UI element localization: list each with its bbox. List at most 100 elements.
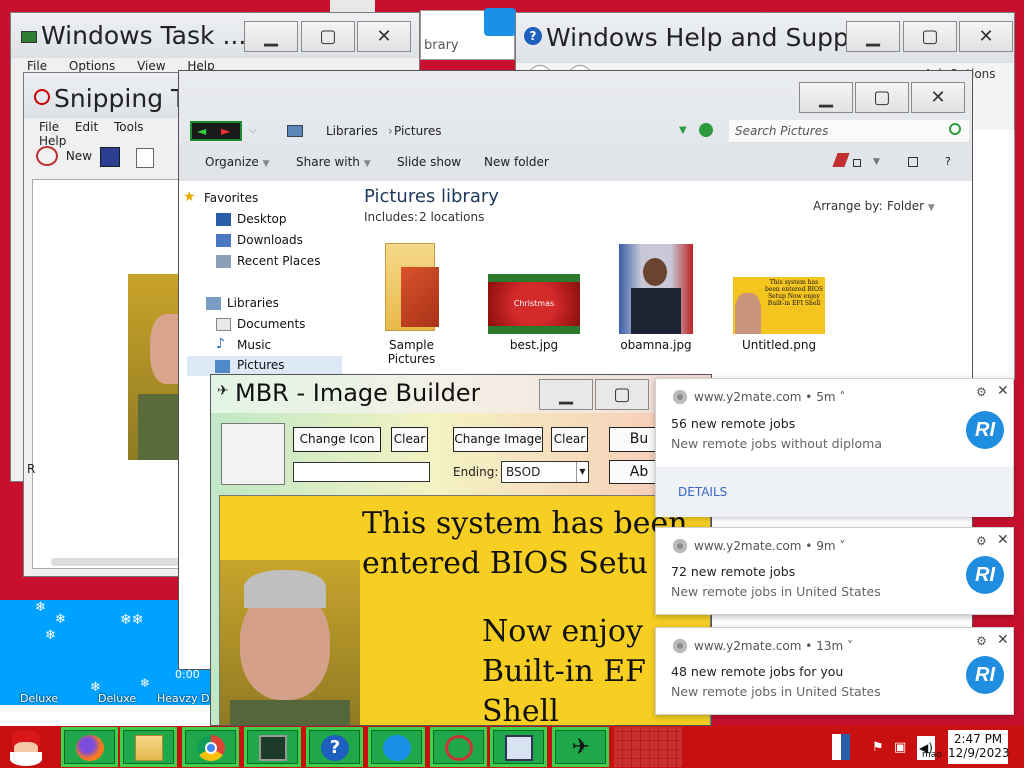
taskbar-network-computer[interactable]: [490, 727, 547, 767]
history-dropdown-icon[interactable]: ▼: [679, 125, 687, 136]
preview-pane-icon[interactable]: [908, 157, 918, 167]
nav-music[interactable]: ♪ Music: [216, 336, 271, 352]
search-input[interactable]: Search Pictures: [729, 120, 969, 143]
tray-action-center-icon[interactable]: ⚑: [872, 740, 884, 755]
includes-locations-link[interactable]: 2 locations: [419, 210, 484, 224]
copy-icon[interactable]: [136, 148, 154, 168]
tray-flag-icon[interactable]: [832, 734, 850, 760]
nav-favorites[interactable]: ★ Favorites: [183, 189, 258, 205]
taskbar-snipping-tool[interactable]: [430, 727, 487, 767]
help-icon[interactable]: ?: [945, 155, 951, 168]
organize-button[interactable]: Organize ▼: [205, 155, 270, 169]
minimize-button[interactable]: ▁: [539, 379, 593, 410]
details-button[interactable]: DETAILS: [678, 485, 727, 499]
clock[interactable]: 2:47 PM 12/9/2023: [948, 730, 1010, 764]
close-button[interactable]: ✕: [911, 82, 965, 113]
new-snip-button[interactable]: New: [36, 146, 92, 168]
file-explorer-icon: [135, 735, 163, 761]
santa-start-icon[interactable]: [2, 728, 52, 766]
desktop-icon: [216, 213, 231, 226]
chrome-icon: [197, 735, 225, 761]
file-item-sample-pictures[interactable]: Sample Pictures: [364, 239, 459, 366]
menu-file[interactable]: File: [27, 59, 47, 73]
arrange-by-dropdown[interactable]: Folder ▼: [887, 199, 935, 213]
ending-select[interactable]: BSOD ▼: [501, 461, 589, 483]
nav-pictures[interactable]: Pictures: [187, 356, 342, 376]
view-dropdown-icon[interactable]: ▼: [873, 157, 880, 167]
menu-view[interactable]: View: [137, 59, 165, 73]
settings-gear-icon[interactable]: ⚙: [976, 634, 987, 648]
snipping-tool-window[interactable]: Snipping To File Edit Tools Help New R: [23, 72, 193, 577]
maximize-button[interactable]: ▢: [595, 379, 649, 410]
notification-card[interactable]: www.y2mate.com • 13m ˅ ⚙ ✕ 48 new remote…: [655, 627, 1014, 715]
back-forward-buttons[interactable]: ◄ ►: [190, 121, 242, 141]
settings-gear-icon[interactable]: ⚙: [976, 534, 987, 548]
library-title: Pictures library: [364, 186, 499, 207]
file-item-best-jpg[interactable]: Christmas best.jpg: [484, 239, 584, 352]
clock-date: 12/9/2023: [948, 746, 1010, 760]
firefox-icon: [76, 735, 104, 761]
nav-downloads[interactable]: Downloads: [216, 233, 303, 247]
file-item-obamna-jpg[interactable]: obamna.jpg: [611, 239, 701, 352]
breadcrumb-libraries[interactable]: Libraries: [326, 124, 378, 138]
desktop-icon-label[interactable]: Deluxe: [20, 692, 58, 705]
snowflake-icon: ❄: [45, 628, 56, 643]
minimize-button[interactable]: ▁: [244, 21, 298, 52]
menu-tools[interactable]: Tools: [114, 120, 144, 134]
taskbar-task-manager[interactable]: [244, 727, 301, 767]
maximize-button[interactable]: ▢: [903, 21, 957, 52]
taskbar-file-explorer[interactable]: [120, 727, 177, 767]
address-bar[interactable]: Libraries › Pictures: [281, 120, 721, 144]
desktop-icon-label[interactable]: Heavzy De: [157, 692, 216, 705]
notification-card[interactable]: www.y2mate.com • 5m ˄ ⚙ ✕ 56 new remote …: [655, 378, 1014, 517]
minimize-button[interactable]: ▁: [846, 21, 900, 52]
nav-libraries[interactable]: Libraries: [206, 296, 279, 310]
share-with-button[interactable]: Share with ▼: [296, 155, 371, 169]
file-item-untitled-png[interactable]: This system has been entered BIOS Setup …: [729, 239, 829, 352]
notification-card[interactable]: www.y2mate.com • 9m ˅ ⚙ ✕ 72 new remote …: [655, 527, 1014, 615]
maximize-button[interactable]: ▢: [855, 82, 909, 113]
change-image-button[interactable]: Change Image: [453, 427, 543, 452]
change-icon-button[interactable]: Change Icon: [293, 427, 381, 452]
close-icon[interactable]: ✕: [997, 632, 1009, 648]
settings-gear-icon[interactable]: ⚙: [976, 385, 987, 399]
nav-documents[interactable]: Documents: [216, 317, 305, 331]
nav-desktop[interactable]: Desktop: [216, 212, 287, 226]
close-icon[interactable]: ✕: [997, 383, 1009, 399]
network-computer-icon: [505, 735, 533, 761]
snipping-tool-icon: [445, 735, 473, 761]
taskbar-help[interactable]: ?: [306, 727, 363, 767]
menu-edit[interactable]: Edit: [75, 120, 98, 134]
libraries-icon: [206, 297, 221, 310]
slide-show-button[interactable]: Slide show: [397, 155, 461, 169]
chevron-down-icon[interactable]: ⌵: [249, 125, 257, 136]
view-options-icon[interactable]: [853, 159, 861, 167]
icon-path-input[interactable]: [293, 462, 430, 482]
close-button[interactable]: ✕: [357, 21, 411, 52]
menu-options[interactable]: Options: [69, 59, 115, 73]
nav-recent-places[interactable]: Recent Places: [216, 254, 320, 268]
ending-label: Ending:: [453, 465, 499, 479]
folder-icon: [381, 239, 443, 334]
close-icon[interactable]: ✕: [997, 532, 1009, 548]
mbr-image-builder-window[interactable]: ✈ MBR - Image Builder ▁ ▢ Change Icon Cl…: [210, 374, 712, 726]
minimize-button[interactable]: ▁: [799, 82, 853, 113]
taskbar-firefox[interactable]: [61, 727, 118, 767]
maximize-button[interactable]: ▢: [301, 21, 355, 52]
save-icon[interactable]: [100, 147, 120, 167]
taskbar-chrome[interactable]: [182, 727, 239, 767]
breadcrumb-pictures[interactable]: Pictures: [394, 124, 442, 138]
taskbar-mbr-builder[interactable]: ✈: [552, 727, 609, 767]
horizontal-scrollbar[interactable]: [51, 558, 191, 566]
desktop-icon-label[interactable]: Deluxe: [98, 692, 136, 705]
menu-file[interactable]: File: [39, 120, 59, 134]
refresh-icon[interactable]: [699, 123, 713, 137]
blue-app-icon[interactable]: [484, 8, 516, 36]
clear-image-button[interactable]: Clear: [551, 427, 588, 452]
tray-network-icon[interactable]: ▣: [894, 740, 906, 755]
taskbar-chat[interactable]: [368, 727, 425, 767]
close-button[interactable]: ✕: [959, 21, 1013, 52]
clear-icon-button[interactable]: Clear: [391, 427, 428, 452]
scissors-icon: [36, 146, 58, 166]
new-folder-button[interactable]: New folder: [484, 155, 549, 169]
